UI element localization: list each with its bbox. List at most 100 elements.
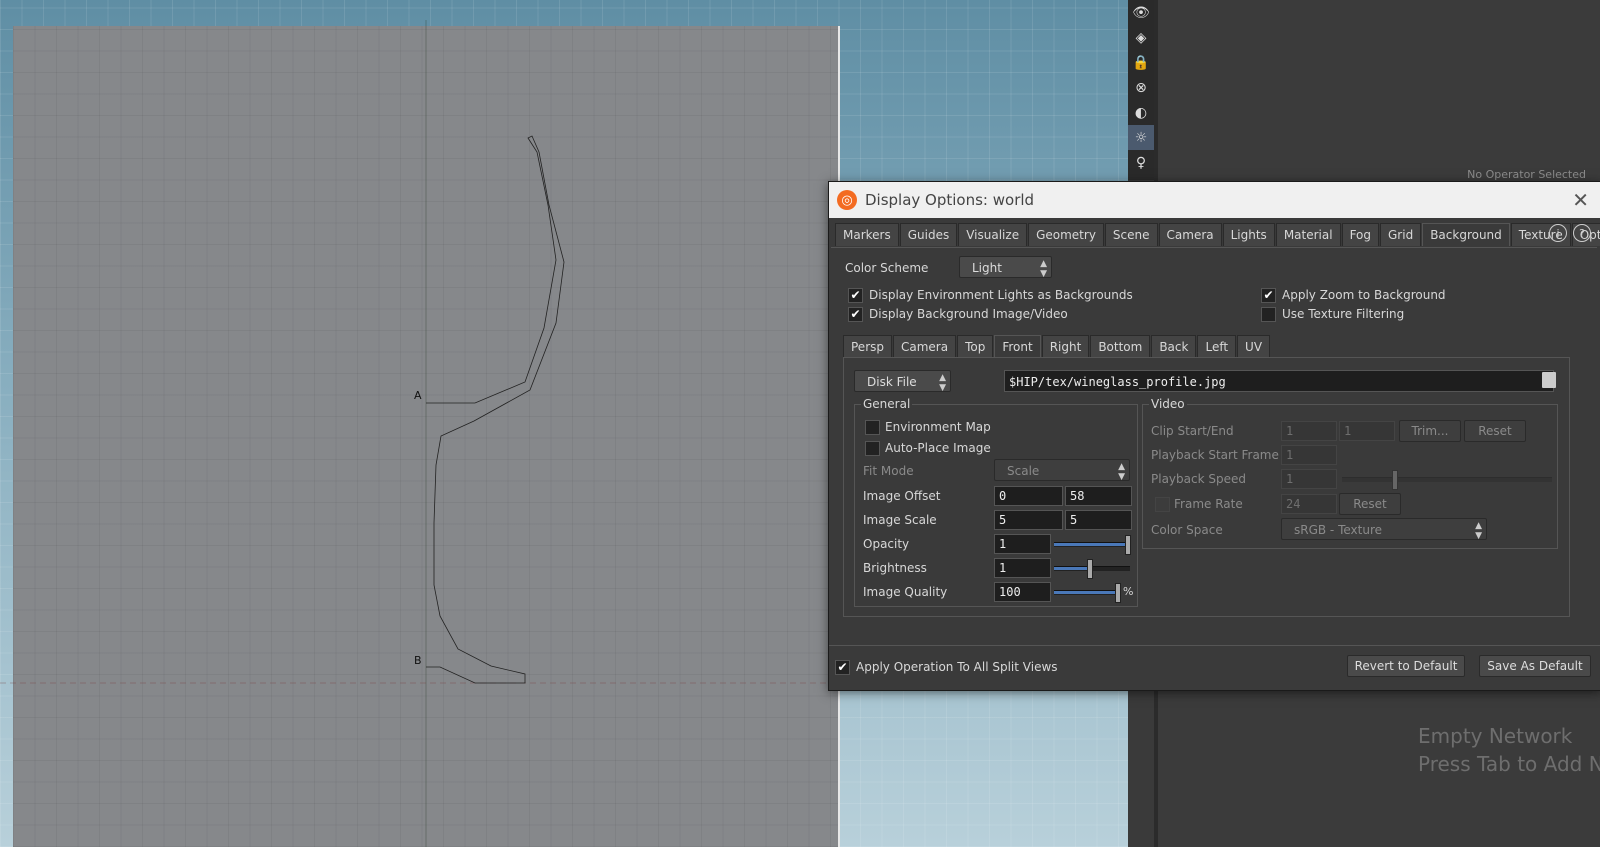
image-quality-slider[interactable] (1054, 583, 1121, 603)
view-tab-front[interactable]: Front (994, 335, 1041, 358)
view-tab-left[interactable]: Left (1197, 335, 1237, 358)
view-tab-uv[interactable]: UV (1237, 335, 1271, 358)
view-tab-bottom[interactable]: Bottom (1090, 335, 1151, 358)
tab-grid[interactable]: Grid (1380, 223, 1422, 246)
view-tab-right[interactable]: Right (1041, 335, 1090, 358)
frame-rate-label: Frame Rate (1174, 497, 1243, 511)
tab-background[interactable]: Background (1422, 223, 1510, 246)
image-scale-y-field[interactable]: 5 (1065, 510, 1132, 530)
updown-arrows-icon: ▲ ▼ (939, 373, 946, 393)
close-icon[interactable]: ✕ (1572, 188, 1589, 212)
opacity-field[interactable]: 1 (994, 534, 1051, 554)
image-scale-x-field[interactable]: 5 (994, 510, 1063, 530)
tab-camera[interactable]: Camera (1158, 223, 1222, 246)
no-operator-text: No Operator Selected (1467, 168, 1586, 181)
clip-start-field[interactable]: 1 (1281, 421, 1337, 441)
view-tabs: Persp Camera Top Front Right Bottom Back… (843, 335, 1271, 358)
image-quality-slider-handle[interactable] (1115, 583, 1121, 603)
file-path-input[interactable]: $HIP/tex/wineglass_profile.jpg ▼ (1004, 370, 1554, 392)
brightness-field[interactable]: 1 (994, 558, 1051, 578)
clip-end-field[interactable]: 1 (1339, 421, 1395, 441)
playback-start-field[interactable]: 1 (1281, 445, 1337, 465)
tab-geometry[interactable]: Geometry (1028, 223, 1104, 246)
image-scale-label: Image Scale (863, 513, 937, 527)
frame-rate-field[interactable]: 24 (1281, 494, 1337, 514)
dialog-titlebar[interactable]: ◎ Display Options: world ✕ (829, 182, 1600, 218)
apply-all-views-label: Apply Operation To All Split Views (856, 660, 1058, 674)
tab-scene[interactable]: Scene (1104, 223, 1158, 246)
env-map-checkbox[interactable] (865, 420, 880, 435)
help-icon[interactable]: ? (1573, 224, 1591, 242)
camera-light-icon[interactable]: ♀ (1128, 150, 1154, 175)
video-group-title: Video (1149, 397, 1187, 411)
bg-image-label: Display Background Image/Video (869, 307, 1068, 321)
view-tab-camera[interactable]: Camera (893, 335, 957, 358)
image-quality-field[interactable]: 100 (994, 582, 1051, 602)
clip-reset-button[interactable]: Reset (1464, 420, 1526, 442)
texture-filter-checkbox[interactable] (1261, 307, 1276, 322)
playback-speed-slider[interactable] (1342, 470, 1552, 490)
dialog-title: Display Options: world (865, 191, 1035, 209)
source-menu[interactable]: Disk File ▲ ▼ (854, 370, 951, 393)
opacity-slider-handle[interactable] (1125, 535, 1131, 555)
tab-fog[interactable]: Fog (1341, 223, 1379, 246)
eye-icon[interactable]: 👁 (1128, 0, 1154, 25)
color-space-menu[interactable]: sRGB - Texture ▲ ▼ (1281, 518, 1487, 541)
front-view-panel: Disk File ▲ ▼ $HIP/tex/wineglass_profile.… (843, 357, 1570, 617)
auto-place-checkbox[interactable] (865, 441, 880, 456)
view-tab-back[interactable]: Back (1151, 335, 1197, 358)
image-offset-label: Image Offset (863, 489, 941, 503)
shading-icon[interactable]: ◐ (1128, 100, 1154, 125)
ghost-icon[interactable]: ⊗ (1128, 75, 1154, 100)
apply-zoom-checkbox[interactable]: ✔ (1261, 288, 1276, 303)
display-tabs: Markers Guides Visualize Geometry Scene … (835, 223, 1600, 246)
bg-image-checkbox[interactable]: ✔ (848, 307, 863, 322)
apply-all-views-checkbox[interactable]: ✔ (835, 660, 850, 675)
frame-rate-checkbox[interactable] (1155, 497, 1170, 512)
lock-icon[interactable]: 🔒 (1128, 50, 1154, 75)
opacity-slider[interactable] (1054, 535, 1131, 555)
updown-arrows-icon: ▲ ▼ (1118, 462, 1125, 482)
auto-place-label: Auto-Place Image (885, 441, 991, 455)
point-label-b: B (414, 654, 422, 667)
apply-zoom-label: Apply Zoom to Background (1282, 288, 1446, 302)
general-group: General Environment Map Auto-Place Image… (854, 397, 1138, 607)
file-browse-icon[interactable] (1542, 372, 1556, 388)
tab-material[interactable]: Material (1275, 223, 1341, 246)
save-default-button[interactable]: Save As Default (1479, 655, 1591, 677)
point-label-a: A (414, 389, 422, 402)
playback-speed-field[interactable]: 1 (1281, 469, 1337, 489)
env-lights-label: Display Environment Lights as Background… (869, 288, 1133, 302)
color-scheme-menu[interactable]: Light ▲ ▼ (959, 256, 1052, 279)
view-icon[interactable]: ◈ (1128, 25, 1154, 50)
playback-speed-handle[interactable] (1392, 470, 1398, 490)
view-tab-persp[interactable]: Persp (843, 335, 892, 358)
empty-network-line1: Empty Network (1418, 724, 1573, 748)
tab-guides[interactable]: Guides (899, 223, 958, 246)
texture-filter-label: Use Texture Filtering (1282, 307, 1405, 321)
brightness-slider-handle[interactable] (1087, 559, 1093, 579)
image-offset-y-field[interactable]: 58 (1065, 486, 1132, 506)
playback-start-label: Playback Start Frame (1151, 448, 1279, 462)
empty-network-hint: Empty Network Press Tab to Add Node (1418, 722, 1600, 778)
frame-rate-reset-button[interactable]: Reset (1339, 493, 1401, 515)
tab-lights[interactable]: Lights (1222, 223, 1275, 246)
info-icon[interactable]: i (1549, 224, 1567, 242)
image-offset-x-field[interactable]: 0 (994, 486, 1063, 506)
empty-network-line2: Press Tab to Add Node (1418, 752, 1600, 776)
trim-button[interactable]: Trim... (1399, 420, 1461, 442)
color-scheme-label: Color Scheme (845, 261, 929, 275)
fit-mode-label: Fit Mode (863, 464, 914, 478)
houdini-logo-icon: ◎ (837, 190, 857, 210)
brightness-slider[interactable] (1054, 559, 1130, 579)
color-space-label: Color Space (1151, 523, 1223, 537)
light-icon[interactable]: ☼ (1128, 125, 1154, 150)
tab-markers[interactable]: Markers (835, 223, 899, 246)
tab-visualize[interactable]: Visualize (958, 223, 1028, 246)
view-tab-top[interactable]: Top (957, 335, 994, 358)
updown-arrows-icon: ▲ ▼ (1040, 259, 1047, 279)
fit-mode-menu[interactable]: Scale ▲ ▼ (994, 459, 1130, 482)
revert-default-button[interactable]: Revert to Default (1347, 655, 1465, 677)
general-group-title: General (861, 397, 913, 411)
env-lights-checkbox[interactable]: ✔ (848, 288, 863, 303)
